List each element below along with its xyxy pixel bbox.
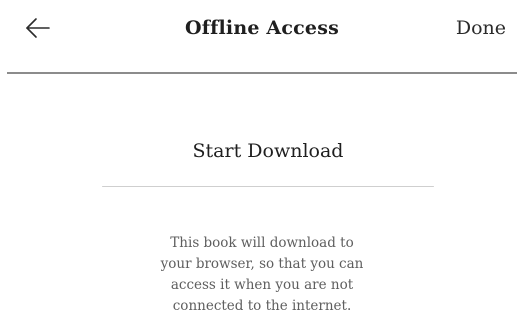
start-download-underline bbox=[102, 186, 434, 187]
description-line: your browser, so that you can bbox=[160, 256, 364, 272]
description-line: connected to the internet. bbox=[172, 298, 352, 314]
page-title: Offline Access bbox=[184, 17, 339, 39]
start-download-label: Start Download bbox=[192, 140, 344, 162]
header-bar: Offline Access Done bbox=[0, 0, 524, 72]
description-line: This book will download to bbox=[170, 235, 354, 251]
offline-description: This book will download to your browser,… bbox=[112, 233, 412, 317]
header-divider bbox=[7, 72, 517, 74]
done-button[interactable]: Done bbox=[456, 14, 506, 42]
start-download-button[interactable]: Start Download bbox=[102, 131, 434, 187]
description-line: access it when you are not bbox=[170, 277, 354, 293]
